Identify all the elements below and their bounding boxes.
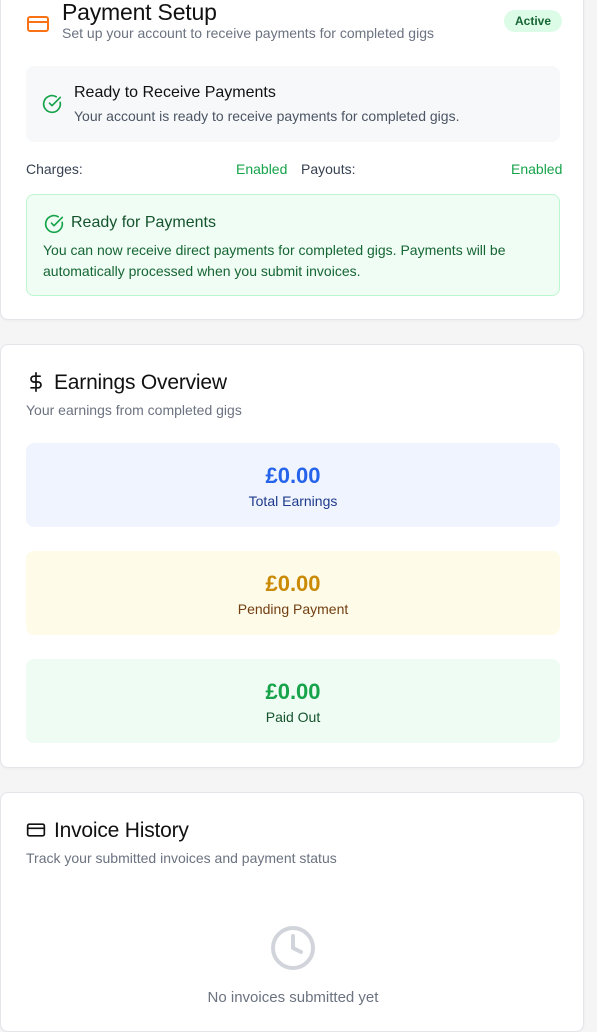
pending-payment-label: Pending Payment	[237, 601, 349, 617]
total-earnings-card: £0.00 Total Earnings	[26, 443, 560, 527]
paid-out-card: £0.00 Paid Out	[26, 659, 560, 743]
paid-out-amount: £0.00	[265, 679, 321, 704]
ready-for-payments-notice: Ready for Payments You can now receive d…	[26, 194, 560, 296]
total-earnings-label: Total Earnings	[248, 493, 338, 509]
notice-line-2: automatically processed when you submit …	[43, 263, 361, 279]
ready-subtitle: Your account is ready to receive payment…	[74, 108, 460, 124]
total-earnings-amount: £0.00	[265, 463, 321, 488]
notice-text: You can now receive direct payments for …	[43, 240, 543, 282]
ready-status-box: Ready to Receive Payments Your account i…	[26, 66, 560, 142]
earnings-subtitle: Your earnings from completed gigs	[26, 402, 242, 418]
pending-payment-amount: £0.00	[265, 571, 321, 596]
earnings-title: Earnings Overview	[54, 371, 227, 394]
earnings-overview-card: Earnings Overview Your earnings from com…	[0, 344, 584, 768]
invoice-history-card: Invoice History Track your submitted inv…	[0, 792, 584, 1032]
invoice-history-subtitle: Track your submitted invoices and paymen…	[26, 850, 337, 866]
ready-title: Ready to Receive Payments	[74, 84, 276, 101]
charges-value: Enabled	[236, 161, 288, 177]
paid-out-label: Paid Out	[265, 709, 321, 725]
payment-setup-title: Payment Setup	[62, 0, 217, 25]
invoice-history-title: Invoice History	[54, 819, 189, 842]
payment-setup-subtitle: Set up your account to receive payments …	[62, 25, 434, 41]
payouts-label: Payouts:	[301, 161, 356, 177]
empty-state-text: No invoices submitted yet	[207, 989, 379, 1006]
charges-label: Charges:	[26, 161, 83, 177]
notice-line-1: You can now receive direct payments for …	[43, 242, 506, 258]
payouts-value: Enabled	[511, 161, 563, 177]
dollar-sign-icon	[30, 372, 42, 392]
notice-title: Ready for Payments	[71, 214, 216, 231]
credit-card-icon	[27, 16, 49, 32]
clock-icon	[271, 926, 315, 970]
status-badge: Active	[504, 10, 563, 32]
payment-setup-card: Payment Setup Set up your account to rec…	[0, 0, 584, 320]
check-circle-icon	[42, 94, 62, 114]
pending-payment-card: £0.00 Pending Payment	[26, 551, 560, 635]
credit-card-icon	[26, 823, 46, 837]
check-circle-icon	[44, 214, 64, 234]
